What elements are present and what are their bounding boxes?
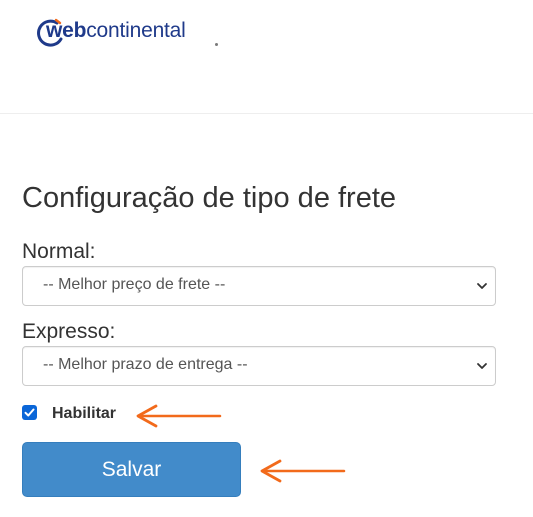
chevron-down-icon	[477, 363, 487, 369]
normal-label: Normal:	[22, 240, 96, 263]
header-divider	[0, 113, 533, 114]
arrow-left-icon	[136, 404, 222, 428]
logo-dot	[215, 43, 218, 46]
habilitar-label[interactable]: Habilitar	[52, 405, 116, 423]
expresso-select-value: -- Melhor prazo de entrega --	[43, 356, 248, 373]
habilitar-checkbox[interactable]	[22, 405, 37, 420]
save-button[interactable]: Salvar	[22, 442, 241, 497]
checkmark-icon	[24, 408, 35, 417]
logo-text-continental: continental	[86, 19, 186, 42]
logo-text: webcontinental	[37, 16, 186, 46]
webcontinental-logo[interactable]: webcontinental	[37, 14, 218, 48]
page-title: Configuração de tipo de frete	[22, 182, 397, 214]
expresso-label: Expresso:	[22, 320, 116, 343]
chevron-down-icon	[477, 283, 487, 289]
normal-select[interactable]: -- Melhor preço de frete --	[22, 266, 496, 306]
logo-text-web: web	[46, 19, 87, 42]
normal-select-value: -- Melhor preço de frete --	[43, 276, 226, 293]
expresso-select[interactable]: -- Melhor prazo de entrega --	[22, 346, 496, 386]
arrow-left-icon	[260, 459, 346, 483]
page: webcontinental Configuração de tipo de f…	[0, 0, 533, 517]
